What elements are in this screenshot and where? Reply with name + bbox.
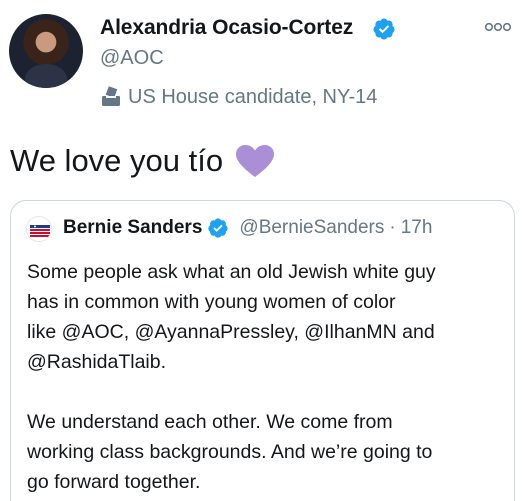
- purple-heart-icon: [236, 145, 275, 177]
- author-name[interactable]: Alexandria Ocasio-Cortez: [100, 16, 353, 40]
- quoted-author-name[interactable]: Bernie Sanders: [63, 217, 202, 239]
- quoted-tweet-timestamp[interactable]: 17h: [401, 217, 433, 239]
- verified-badge-icon: [373, 18, 395, 40]
- quoted-author-handle[interactable]: @BernieSanders: [239, 217, 384, 239]
- quoted-text-line: has in common with young women of color: [27, 291, 396, 313]
- verified-badge-icon: [208, 218, 229, 238]
- author-handle[interactable]: @AOC: [100, 47, 164, 70]
- quoted-text-line: like @AOC, @AyannaPressley, @IlhanMN and: [27, 321, 435, 343]
- tweet-text: We love you tío: [10, 143, 275, 179]
- ballot-box-icon: [102, 86, 120, 106]
- quoted-text-line: working class backgrounds. And we’re goi…: [27, 441, 433, 463]
- separator-dot: ·: [389, 217, 396, 238]
- quoted-text-line: We understand each other. We come from: [27, 411, 393, 433]
- quoted-tweet-card[interactable]: Bernie Sanders @BernieSanders · 17h Some…: [10, 200, 515, 501]
- author-avatar[interactable]: [9, 14, 83, 88]
- more-options-icon[interactable]: [484, 20, 512, 34]
- quoted-text-line: Some people ask what an old Jewish white…: [27, 261, 436, 283]
- bernie-logo-icon: [27, 217, 51, 241]
- quoted-tweet-body: Some people ask what an old Jewish white…: [27, 257, 507, 497]
- quoted-text-line: @RashidaTlaib.: [27, 351, 167, 373]
- tweet-text-content: We love you tío: [10, 143, 224, 178]
- quoted-tweet-header: Bernie Sanders @BernieSanders · 17h: [63, 217, 432, 239]
- bio-text: US House candidate, NY-14: [128, 85, 378, 108]
- author-bio: US House candidate, NY-14: [100, 84, 377, 110]
- quoted-author-avatar[interactable]: [26, 216, 52, 242]
- quoted-text-line: go forward together.: [27, 471, 201, 493]
